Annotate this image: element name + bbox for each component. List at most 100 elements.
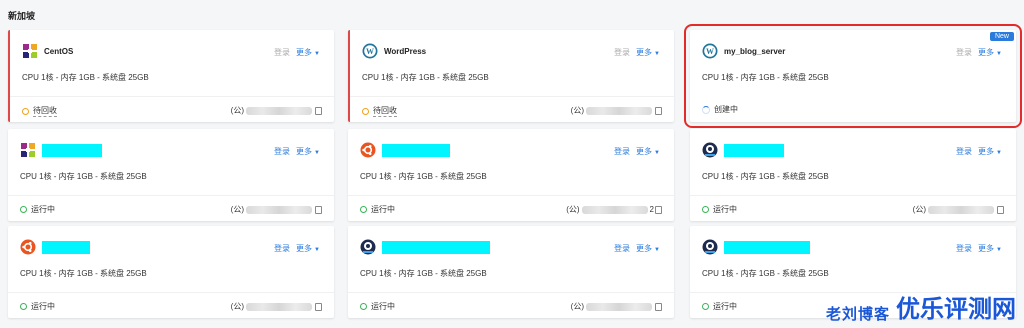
redacted-ip <box>586 302 652 311</box>
redacted-name <box>42 143 102 157</box>
app-icon <box>702 142 718 158</box>
status-dot-icon <box>702 206 709 213</box>
instance-name: my_blog_server <box>724 46 786 56</box>
instance-spec: CPU 1核 - 内存 1GB - 系统盘 25GB <box>360 269 487 278</box>
wordpress-icon: W <box>362 43 378 59</box>
login-link[interactable]: 登录 <box>274 47 290 58</box>
copy-icon[interactable] <box>997 205 1004 214</box>
chevron-down-icon: ▼ <box>314 51 320 57</box>
redacted-name <box>42 240 90 254</box>
copy-icon[interactable] <box>655 106 662 115</box>
login-link[interactable]: 登录 <box>956 243 972 254</box>
instance-spec: CPU 1核 - 内存 1GB - 系统盘 25GB <box>20 269 147 278</box>
redacted-name <box>382 143 450 157</box>
public-ip: (公) <box>571 301 662 312</box>
more-menu[interactable]: 更多 ▼ <box>978 146 1002 157</box>
login-link[interactable]: 登录 <box>614 146 630 157</box>
wordpress-icon: W <box>702 43 718 59</box>
login-link[interactable]: 登录 <box>956 146 972 157</box>
chevron-down-icon: ▼ <box>996 247 1002 253</box>
chevron-down-icon: ▼ <box>996 51 1002 57</box>
chevron-down-icon: ▼ <box>314 150 320 156</box>
login-link[interactable]: 登录 <box>614 243 630 254</box>
redacted-ip <box>246 106 312 115</box>
copy-icon[interactable] <box>315 205 322 214</box>
new-badge: New <box>989 32 1014 41</box>
copy-icon[interactable] <box>315 302 322 311</box>
instance-card[interactable]: 登录 更多 ▼ CPU 1核 - 内存 1GB - 系统盘 25GB 运行中 (公… <box>8 129 334 221</box>
status-badge: 待回收 <box>22 105 57 117</box>
more-menu[interactable]: 更多 ▼ <box>636 146 660 157</box>
svg-text:W: W <box>366 47 374 56</box>
loading-spinner-icon <box>702 105 710 114</box>
status-badge: 运行中 <box>360 204 395 215</box>
instance-card[interactable]: 登录 更多 ▼ CPU 1核 - 内存 1GB - 系统盘 25GB 运行中 (公… <box>8 226 334 318</box>
status-badge: 创建中 <box>702 104 738 115</box>
more-menu[interactable]: 更多 ▼ <box>296 47 320 58</box>
redacted-ip <box>586 106 652 115</box>
public-ip: (公) <box>231 204 322 215</box>
watermark-right: 优乐评测网 <box>896 296 1016 323</box>
status-badge: 运行中 <box>702 204 737 215</box>
instance-card-centos[interactable]: CentOS 登录 更多 ▼ CPU 1核 - 内存 1GB - 系统盘 25GB… <box>8 30 334 122</box>
public-ip: (公) <box>231 301 322 312</box>
public-ip: (公) <box>231 105 322 116</box>
more-menu[interactable]: 更多 ▼ <box>636 47 660 58</box>
chevron-down-icon: ▼ <box>654 51 660 57</box>
ubuntu-icon <box>20 239 36 255</box>
status-badge: 运行中 <box>702 301 737 312</box>
status-dot-icon <box>702 303 709 310</box>
centos-icon <box>23 44 37 58</box>
public-ip: (公) <box>913 204 1004 215</box>
redacted-ip <box>581 205 648 214</box>
status-dot-icon <box>22 107 29 115</box>
instance-spec: CPU 1核 - 内存 1GB - 系统盘 25GB <box>702 73 829 82</box>
login-link[interactable]: 登录 <box>274 243 290 254</box>
redacted-name <box>724 240 810 254</box>
copy-icon[interactable] <box>315 106 322 115</box>
svg-text:W: W <box>706 47 714 56</box>
instance-spec: CPU 1核 - 内存 1GB - 系统盘 25GB <box>702 269 829 278</box>
instance-spec: CPU 1核 - 内存 1GB - 系统盘 25GB <box>20 172 147 181</box>
status-badge: 运行中 <box>20 301 55 312</box>
instance-card[interactable]: 登录 更多 ▼ CPU 1核 - 内存 1GB - 系统盘 25GB 运行中 (公… <box>348 226 674 318</box>
redacted-ip <box>928 205 994 214</box>
more-menu[interactable]: 更多 ▼ <box>636 243 660 254</box>
more-menu[interactable]: 更多 ▼ <box>296 243 320 254</box>
status-badge: 运行中 <box>20 204 55 215</box>
status-dot-icon <box>360 206 367 213</box>
instance-card-wordpress[interactable]: W WordPress 登录 更多 ▼ CPU 1核 - 内存 1GB - 系统盘… <box>348 30 674 122</box>
watermark: 老刘博客 优乐评测网 <box>826 289 1016 324</box>
copy-icon[interactable] <box>655 205 662 214</box>
more-menu[interactable]: 更多 ▼ <box>978 47 1002 58</box>
redacted-name <box>382 240 490 254</box>
instance-spec: CPU 1核 - 内存 1GB - 系统盘 25GB <box>22 73 149 82</box>
chevron-down-icon: ▼ <box>996 150 1002 156</box>
centos-icon <box>21 143 35 157</box>
copy-icon[interactable] <box>655 302 662 311</box>
status-dot-icon <box>360 303 367 310</box>
instance-card[interactable]: 登录 更多 ▼ CPU 1核 - 内存 1GB - 系统盘 25GB 运行中 (公… <box>690 129 1016 221</box>
instance-card-my-blog-server[interactable]: New W my_blog_server 登录 更多 ▼ CPU 1核 - 内存 … <box>684 24 1022 128</box>
redacted-name <box>724 143 784 157</box>
instance-card[interactable]: 登录 更多 ▼ CPU 1核 - 内存 1GB - 系统盘 25GB 运行中 (公… <box>348 129 674 221</box>
instance-spec: CPU 1核 - 内存 1GB - 系统盘 25GB <box>360 172 487 181</box>
instance-name: CentOS <box>44 46 74 56</box>
app-icon <box>360 239 376 255</box>
app-icon <box>702 239 718 255</box>
status-badge: 待回收 <box>362 105 397 117</box>
status-dot-icon <box>20 303 27 310</box>
ubuntu-icon <box>360 142 376 158</box>
instance-spec: CPU 1核 - 内存 1GB - 系统盘 25GB <box>702 172 829 181</box>
status-badge: 运行中 <box>360 301 395 312</box>
login-link[interactable]: 登录 <box>956 47 972 58</box>
instance-name: WordPress <box>384 46 427 56</box>
region-heading: 新加坡 <box>8 11 36 21</box>
login-link[interactable]: 登录 <box>614 47 630 58</box>
redacted-ip <box>246 205 312 214</box>
more-menu[interactable]: 更多 ▼ <box>296 146 320 157</box>
status-dot-icon <box>20 206 27 213</box>
watermark-left: 老刘博客 <box>825 306 890 323</box>
login-link[interactable]: 登录 <box>274 146 290 157</box>
more-menu[interactable]: 更多 ▼ <box>978 243 1002 254</box>
